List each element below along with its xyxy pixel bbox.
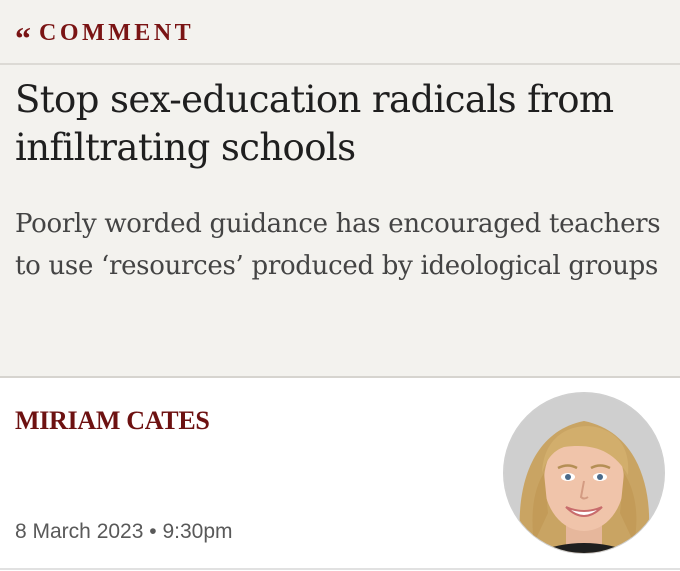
publish-time: 9:30pm xyxy=(162,520,233,543)
author-avatar[interactable] xyxy=(503,392,665,554)
divider xyxy=(0,568,680,570)
headline[interactable]: Stop sex-education radicals from infiltr… xyxy=(15,76,665,172)
publish-date: 8 March 2023 xyxy=(15,520,144,543)
section-label-row[interactable]: “ COMMENT xyxy=(15,18,194,55)
divider xyxy=(0,376,680,378)
author-name[interactable]: MIRIAM CATES xyxy=(15,406,210,436)
divider xyxy=(0,63,680,65)
article-header: “ COMMENT Stop sex-education radicals fr… xyxy=(0,0,680,377)
author-portrait-image xyxy=(504,393,664,553)
dateline-separator: • xyxy=(149,520,157,543)
standfirst: Poorly worded guidance has encouraged te… xyxy=(15,209,661,281)
quote-icon: “ xyxy=(15,20,31,56)
dateline: 8 March 2023 • 9:30pm xyxy=(15,520,233,544)
section-label[interactable]: COMMENT xyxy=(39,20,194,47)
